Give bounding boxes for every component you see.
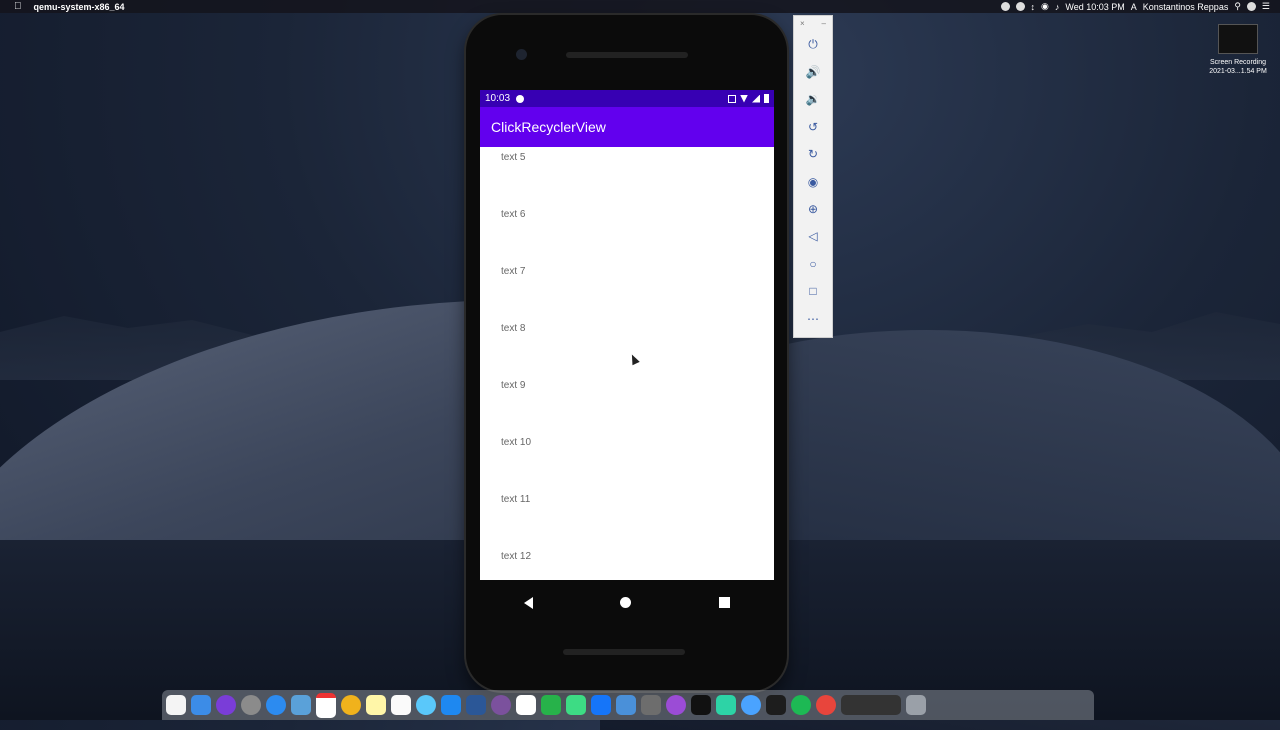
front-camera xyxy=(516,49,527,60)
app-title: ClickRecyclerView xyxy=(491,119,606,135)
list-item[interactable]: text 12 xyxy=(501,551,531,562)
dock-podcasts-icon[interactable] xyxy=(666,695,686,715)
list-item[interactable]: text 9 xyxy=(501,380,525,391)
dock-numbers-icon[interactable] xyxy=(541,695,561,715)
recording-thumbnail xyxy=(1218,24,1258,54)
sync-icon xyxy=(516,94,525,103)
earpiece-speaker xyxy=(566,52,688,58)
dock-spotify-icon[interactable] xyxy=(791,695,811,715)
dock-reminders-icon[interactable] xyxy=(391,695,411,715)
rotate-right-icon[interactable]: ↻ xyxy=(794,141,832,168)
dock-messages-icon[interactable] xyxy=(416,695,436,715)
home-icon[interactable]: ○ xyxy=(794,250,832,277)
nav-recents-icon[interactable] xyxy=(719,597,731,608)
cell-signal-icon xyxy=(752,94,760,103)
battery-icon xyxy=(764,94,769,103)
dock-chrome-canary-icon[interactable] xyxy=(341,695,361,715)
dock-chrome-icon[interactable] xyxy=(816,695,836,715)
close-icon[interactable]: × xyxy=(800,19,805,28)
recording-subtitle: 2021-03...1.54 PM xyxy=(1209,68,1267,75)
clock[interactable]: Wed 10:03 PM xyxy=(1065,2,1124,12)
dock-android-studio-icon[interactable] xyxy=(566,695,586,715)
recording-title: Screen Recording xyxy=(1209,59,1267,66)
list-item[interactable]: text 5 xyxy=(501,152,525,163)
minimize-icon[interactable]: – xyxy=(822,19,826,28)
dock-apple-tv-icon[interactable] xyxy=(691,695,711,715)
volume-down-icon[interactable]: 🔉 xyxy=(794,86,832,113)
nav-home-icon[interactable] xyxy=(620,597,632,608)
wifi-icon[interactable]: ◉ xyxy=(1041,1,1049,12)
input-source-icon[interactable]: A xyxy=(1131,2,1137,12)
dock-activity-monitor-icon[interactable] xyxy=(641,695,661,715)
dock-preview-icon[interactable] xyxy=(291,695,311,715)
wifi-signal-icon xyxy=(740,94,748,103)
list-item[interactable]: text 10 xyxy=(501,437,531,448)
screen-recording-file[interactable]: Screen Recording 2021-03...1.54 PM xyxy=(1200,24,1276,76)
power-icon[interactable]: ⏻ xyxy=(794,31,832,58)
dock-launchpad-icon[interactable] xyxy=(191,695,211,715)
dock-word-icon[interactable] xyxy=(466,695,486,715)
emulator-toolbar: × – ⏻ 🔊 🔉 ↺ ↻ ◉ ⊕ ◁ ○ □ ⋯ xyxy=(793,15,833,338)
status-time: 10:03 xyxy=(485,93,511,104)
rotate-left-icon[interactable]: ↺ xyxy=(794,113,832,140)
mute-icon xyxy=(728,94,736,103)
dock-star-icon[interactable] xyxy=(716,695,736,715)
dock-recent-windows[interactable] xyxy=(841,695,901,715)
dock-slack-icon[interactable] xyxy=(516,695,536,715)
dock-terminal-icon[interactable] xyxy=(766,695,786,715)
notification-center-icon[interactable]: ☰ xyxy=(1262,1,1270,12)
android-status-bar: 10:03 xyxy=(480,90,774,107)
dock-viber-icon[interactable] xyxy=(491,695,511,715)
record-status-icon[interactable] xyxy=(1000,2,1010,11)
dock-trash-icon[interactable] xyxy=(906,695,926,715)
dock xyxy=(162,690,1094,720)
back-icon[interactable]: ◁ xyxy=(794,223,832,250)
more-icon[interactable]: ⋯ xyxy=(794,305,832,332)
dock-safari-icon[interactable] xyxy=(266,695,286,715)
active-app-name[interactable]: qemu-system-x86_64 xyxy=(34,2,125,12)
volume-icon[interactable]: ♪ xyxy=(1055,2,1060,12)
nav-back-icon[interactable] xyxy=(523,596,533,609)
dock-siri-icon[interactable] xyxy=(216,695,236,715)
android-nav-bar xyxy=(480,580,774,625)
list-item[interactable]: text 8 xyxy=(501,323,525,334)
zoom-icon[interactable]: ⊕ xyxy=(794,195,832,222)
user-name[interactable]: Konstantinos Reppas xyxy=(1143,2,1229,12)
phone-screen: 10:03 ClickRecyclerView text 5 text 6 te… xyxy=(480,90,774,580)
camera-icon[interactable]: ◉ xyxy=(794,168,832,195)
dock-maps-icon[interactable] xyxy=(741,695,761,715)
list-item[interactable]: text 6 xyxy=(501,209,525,220)
siri-icon[interactable] xyxy=(1246,2,1256,11)
dock-notes-icon[interactable] xyxy=(366,695,386,715)
bottom-speaker xyxy=(563,649,685,655)
dock-app-store-icon[interactable] xyxy=(441,695,461,715)
overview-icon[interactable]: □ xyxy=(794,278,832,305)
dock-xcode-icon[interactable] xyxy=(591,695,611,715)
app-toolbar: ClickRecyclerView xyxy=(480,107,774,147)
ethernet-icon[interactable]: ↕ xyxy=(1031,2,1036,12)
recycler-view[interactable]: text 5 text 6 text 7 text 8 text 9 text … xyxy=(480,147,774,580)
menu-bar:  qemu-system-x86_64 ↕ ◉ ♪ Wed 10:03 PM … xyxy=(0,0,1280,13)
vpn-icon[interactable] xyxy=(1015,2,1025,11)
list-item[interactable]: text 7 xyxy=(501,266,525,277)
apple-menu-icon[interactable]:  xyxy=(14,1,22,12)
list-item[interactable]: text 11 xyxy=(501,494,530,505)
dock-rocket-icon[interactable] xyxy=(241,695,261,715)
dock-simulator-icon[interactable] xyxy=(616,695,636,715)
volume-up-icon[interactable]: 🔊 xyxy=(794,58,832,85)
android-emulator-phone: 10:03 ClickRecyclerView text 5 text 6 te… xyxy=(466,15,787,691)
menu-bar-extras: ↕ ◉ ♪ Wed 10:03 PM A Konstantinos Reppas… xyxy=(1000,1,1270,12)
dock-finder-icon[interactable] xyxy=(166,695,186,715)
spotlight-icon[interactable]: ⚲ xyxy=(1234,1,1241,12)
dock-calendar-icon[interactable] xyxy=(316,692,336,718)
